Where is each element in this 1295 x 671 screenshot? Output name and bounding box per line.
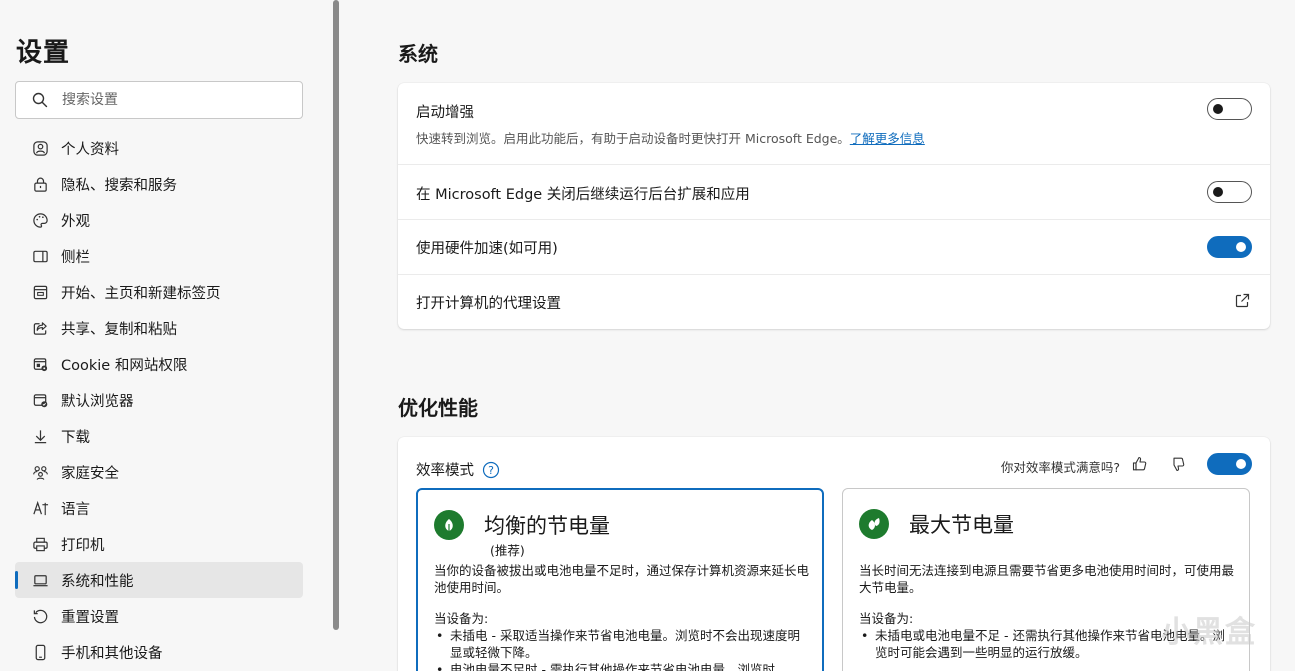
sidebar-scrollbar[interactable]	[331, 0, 341, 630]
phone-icon	[31, 643, 49, 661]
balanced-bullets: 未插电 - 采取适当操作来节省电池电量。浏览时不会出现速度明显或轻微下降。 电池…	[434, 627, 810, 671]
sidebar-item-label: 语言	[61, 501, 90, 518]
language-icon	[31, 499, 49, 517]
sidebar-item-label: 家庭安全	[61, 465, 119, 482]
leaf-icon	[434, 510, 464, 540]
watermark: 小黑盒	[1161, 615, 1257, 650]
cookie-icon	[31, 355, 49, 373]
sidebar-item-label: 个人资料	[61, 141, 119, 158]
hardware-accel-label: 使用硬件加速(如可用)	[416, 241, 558, 257]
proxy-label: 打开计算机的代理设置	[416, 296, 561, 312]
search-box[interactable]	[15, 81, 303, 119]
list-item: 电池电量不足时 - 需执行其他操作来节省电池电量。浏览时	[434, 661, 810, 671]
sidebar-item-cookies[interactable]: Cookie 和网站权限	[15, 346, 303, 382]
home-icon	[31, 283, 49, 301]
scrollbar-thumb[interactable]	[333, 0, 339, 630]
list-item: 未插电 - 采取适当操作来节省电池电量。浏览时不会出现速度明显或轻微下降。	[434, 627, 810, 661]
browser-icon	[31, 391, 49, 409]
sidebar-item-label: 侧栏	[61, 249, 90, 266]
search-input[interactable]	[62, 92, 282, 108]
sidebar-item-profile[interactable]: 个人资料	[15, 130, 303, 166]
balanced-desc: 当你的设备被拔出或电池电量不足时，通过保存计算机资源来延长电池使用时间。	[434, 563, 810, 595]
external-link-icon[interactable]	[1234, 293, 1250, 309]
balanced-title: 均衡的节电量	[484, 514, 610, 538]
learn-more-link[interactable]: 了解更多信息	[850, 131, 925, 146]
sidebar-item-label: 共享、复制和粘贴	[61, 321, 177, 338]
toggle-knob	[1236, 459, 1246, 469]
background-run-label: 在 Microsoft Edge 关闭后继续运行后台扩展和应用	[416, 187, 750, 203]
download-icon	[31, 427, 49, 445]
sidebar-item-phone[interactable]: 手机和其他设备	[15, 634, 303, 670]
hardware-accel-toggle[interactable]	[1207, 236, 1252, 258]
sidebar-item-default-browser[interactable]: 默认浏览器	[15, 382, 303, 418]
system-section-title: 系统	[398, 42, 438, 66]
sidebar-item-printers[interactable]: 打印机	[15, 526, 303, 562]
proxy-row[interactable]: 打开计算机的代理设置	[398, 275, 1270, 329]
laptop-icon	[31, 571, 49, 589]
lock-icon	[31, 175, 49, 193]
toggle-knob	[1213, 104, 1223, 114]
sidebar-item-label: 开始、主页和新建标签页	[61, 285, 221, 302]
family-icon	[31, 463, 49, 481]
help-icon[interactable]: ?	[482, 461, 500, 479]
sidebar-item-start-home[interactable]: 开始、主页和新建标签页	[15, 274, 303, 310]
balanced-when: 当设备为:	[434, 611, 489, 626]
sidebar-item-label: 外观	[61, 213, 90, 230]
toggle-knob	[1236, 242, 1246, 252]
sidebar-item-system[interactable]: 系统和性能	[15, 562, 303, 598]
startup-boost-row: 启动增强 快速转到浏览。启用此功能后，有助于启动设备时更快打开 Microsof…	[398, 83, 1270, 165]
sidebar-item-label: 隐私、搜索和服务	[61, 177, 177, 194]
system-card: 启动增强 快速转到浏览。启用此功能后，有助于启动设备时更快打开 Microsof…	[398, 83, 1270, 329]
sidebar-item-appearance[interactable]: 外观	[15, 202, 303, 238]
profile-icon	[31, 139, 49, 157]
startup-boost-desc-text: 快速转到浏览。启用此功能后，有助于启动设备时更快打开 Microsoft Edg…	[416, 131, 850, 146]
feedback-question: 你对效率模式满意吗?	[1000, 460, 1120, 475]
sidebar-item-reset[interactable]: 重置设置	[15, 598, 303, 634]
sidebar-item-label: 下载	[61, 429, 90, 446]
background-run-toggle[interactable]	[1207, 181, 1252, 203]
sidebar-item-label: 系统和性能	[61, 573, 134, 590]
startup-boost-toggle[interactable]	[1207, 98, 1252, 120]
efficiency-header: 效率模式 ?	[416, 459, 500, 480]
efficiency-card: 效率模式 ? 你对效率模式满意吗? 均衡的节电量 (推荐) 当你的设备被拔出或电…	[398, 437, 1270, 671]
startup-boost-label: 启动增强	[416, 105, 474, 121]
thumbs-down-icon[interactable]	[1169, 455, 1187, 473]
sidebar-item-label: 手机和其他设备	[61, 645, 163, 662]
maximum-title: 最大节电量	[909, 513, 1014, 537]
svg-text:?: ?	[488, 464, 494, 477]
sidebar-nav: 个人资料 隐私、搜索和服务 外观 侧栏 开始、主页和新建标签页 共享、复制和粘贴…	[15, 130, 303, 670]
sidebar-item-downloads[interactable]: 下载	[15, 418, 303, 454]
sidebar-item-language[interactable]: 语言	[15, 490, 303, 526]
sidebar-item-label: 打印机	[61, 537, 105, 554]
startup-boost-desc: 快速转到浏览。启用此功能后，有助于启动设备时更快打开 Microsoft Edg…	[416, 128, 1252, 147]
sidebar-item-share[interactable]: 共享、复制和粘贴	[15, 310, 303, 346]
sidebar-item-family[interactable]: 家庭安全	[15, 454, 303, 490]
palette-icon	[31, 211, 49, 229]
main-content: 系统 启动增强 快速转到浏览。启用此功能后，有助于启动设备时更快打开 Micro…	[341, 0, 1295, 671]
sidebar-item-sidebar[interactable]: 侧栏	[15, 238, 303, 274]
background-run-row: 在 Microsoft Edge 关闭后继续运行后台扩展和应用	[398, 165, 1270, 220]
printer-icon	[31, 535, 49, 553]
balanced-recommended: (推荐)	[490, 543, 525, 558]
toggle-knob	[1213, 187, 1223, 197]
thumbs-up-icon[interactable]	[1131, 455, 1149, 473]
share-icon	[31, 319, 49, 337]
sidebar-item-label: 默认浏览器	[61, 393, 134, 410]
sidebar-item-label: 重置设置	[61, 609, 119, 626]
leaves-icon	[859, 509, 889, 539]
hardware-accel-row: 使用硬件加速(如可用)	[398, 220, 1270, 275]
sidebar-item-label: Cookie 和网站权限	[61, 357, 188, 374]
sidebar-title: 设置	[16, 38, 71, 68]
balanced-mode-option[interactable]: 均衡的节电量 (推荐) 当你的设备被拔出或电池电量不足时，通过保存计算机资源来延…	[416, 488, 824, 671]
sidebar-icon	[31, 247, 49, 265]
performance-section-title: 优化性能	[398, 396, 478, 420]
sidebar-item-privacy[interactable]: 隐私、搜索和服务	[15, 166, 303, 202]
maximum-desc: 当长时间无法连接到电源且需要节省更多电池使用时间时，可使用最大节电量。	[859, 563, 1235, 595]
efficiency-toggle[interactable]	[1207, 453, 1252, 475]
settings-sidebar: 设置 个人资料 隐私、搜索和服务 外观 侧栏 开始、主页和新建标签页 共享、复制…	[0, 0, 330, 671]
search-icon	[32, 92, 48, 108]
efficiency-label: 效率模式	[416, 463, 474, 479]
reset-icon	[31, 607, 49, 625]
